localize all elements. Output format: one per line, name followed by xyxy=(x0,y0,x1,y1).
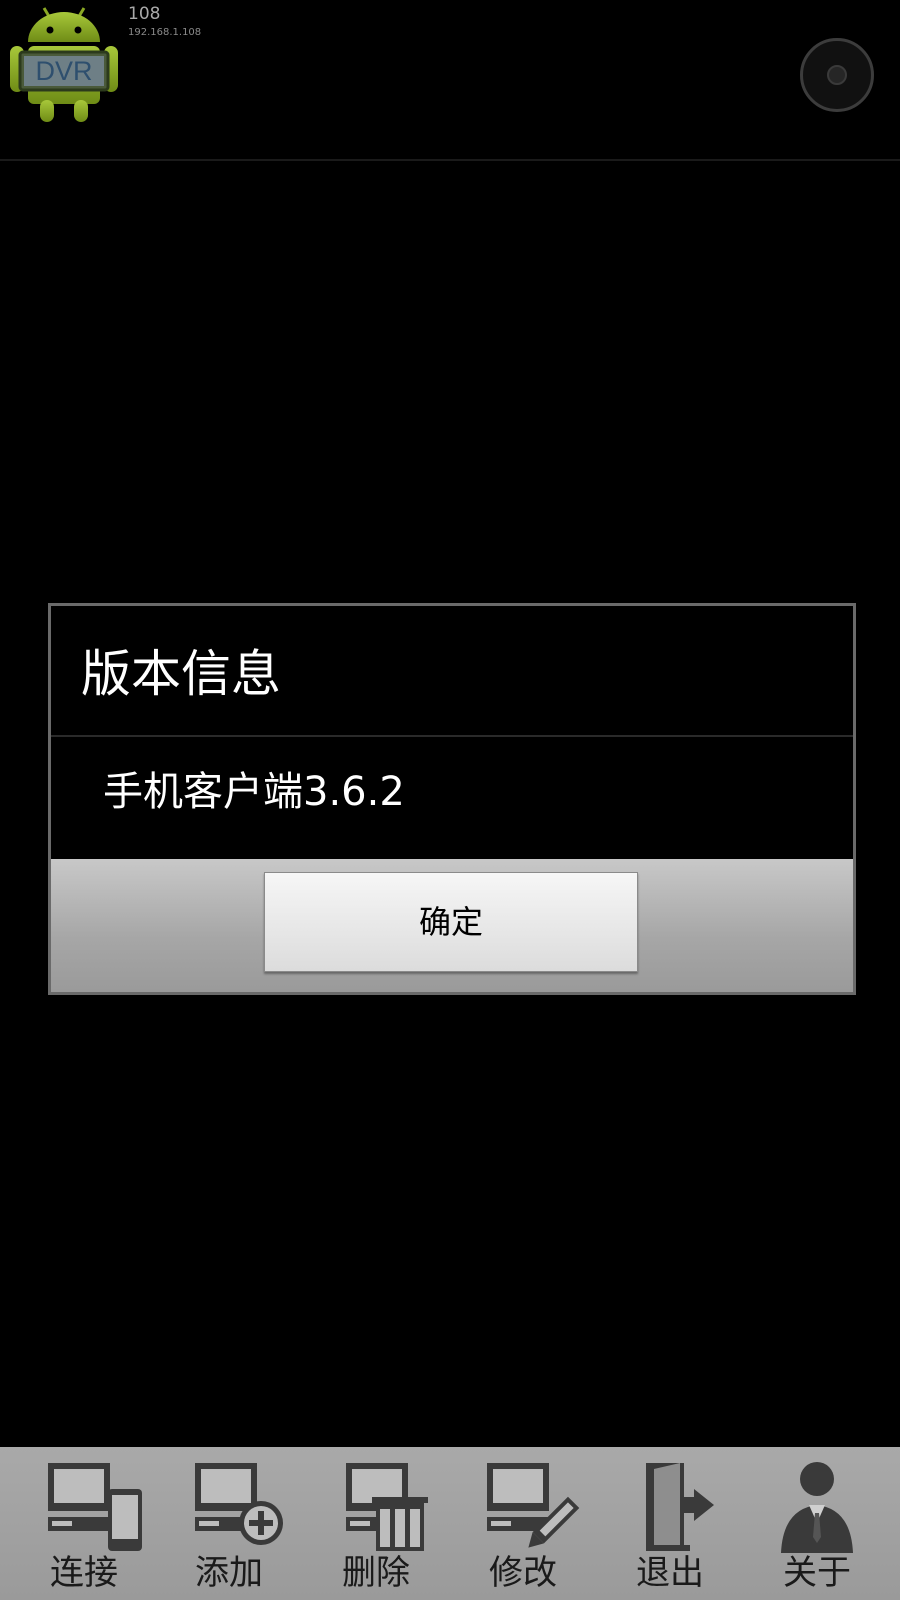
header: DVR 108 192.168.1.108 xyxy=(0,0,900,161)
record-button[interactable] xyxy=(800,38,874,112)
dialog-divider xyxy=(51,735,853,737)
exit-icon xyxy=(646,1463,714,1551)
confirm-button[interactable]: 确定 xyxy=(264,872,638,972)
delete-device-icon xyxy=(346,1463,428,1551)
toolbar-delete-button[interactable]: 删除 xyxy=(306,1447,446,1600)
app-logo-icon[interactable]: DVR xyxy=(6,2,122,126)
connect-icon xyxy=(48,1463,142,1551)
app-screen: DVR 108 192.168.1.108 版本信息 手机客户端3.6.2 确定 xyxy=(0,0,900,1600)
toolbar-connect-button[interactable]: 连接 xyxy=(14,1447,154,1600)
toolbar-edit-button[interactable]: 修改 xyxy=(453,1447,593,1600)
dialog-title: 版本信息 xyxy=(81,645,281,703)
toolbar-label: 连接 xyxy=(50,1553,118,1593)
toolbar-label: 删除 xyxy=(342,1553,410,1593)
record-dot-icon xyxy=(827,65,847,85)
dialog-button-bar: 确定 xyxy=(51,859,853,992)
edit-device-icon xyxy=(487,1463,580,1548)
svg-text:DVR: DVR xyxy=(35,56,92,86)
toolbar-exit-button[interactable]: 退出 xyxy=(600,1447,740,1600)
device-ip: 192.168.1.108 xyxy=(128,27,202,38)
header-divider xyxy=(0,159,900,161)
toolbar-label: 退出 xyxy=(636,1553,704,1593)
toolbar-about-button[interactable]: 关于 xyxy=(747,1447,887,1600)
toolbar-label: 添加 xyxy=(195,1553,263,1593)
about-icon xyxy=(781,1462,853,1553)
version-info-dialog: 版本信息 手机客户端3.6.2 确定 xyxy=(48,603,856,995)
device-name: 108 xyxy=(128,4,161,24)
toolbar-add-button[interactable]: 添加 xyxy=(159,1447,299,1600)
add-device-icon xyxy=(195,1463,283,1545)
toolbar-label: 关于 xyxy=(783,1553,851,1593)
toolbar-label: 修改 xyxy=(489,1553,557,1593)
dialog-message: 手机客户端3.6.2 xyxy=(103,769,405,815)
bottom-toolbar: 连接 添加 删除 修改 退出 关于 xyxy=(0,1447,900,1600)
